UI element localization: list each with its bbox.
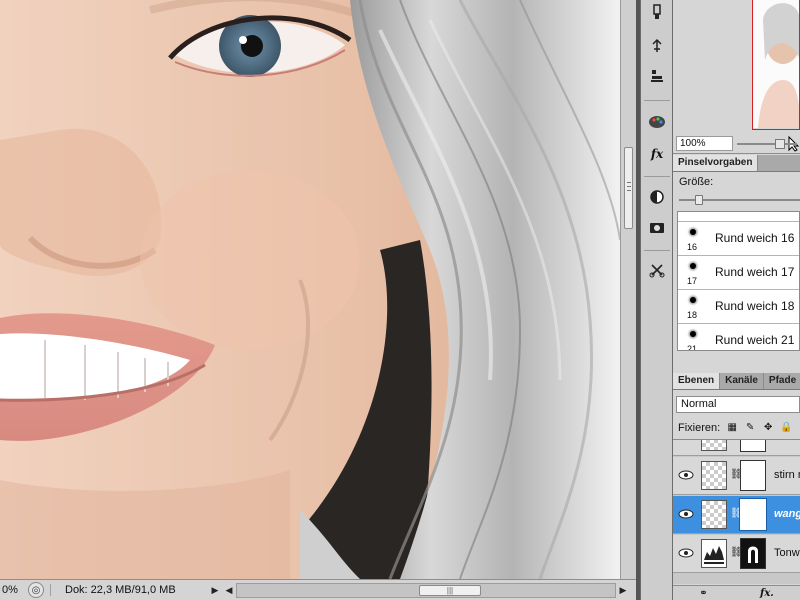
layer-name: stirn n [774, 469, 800, 481]
curves-adjustment-icon [701, 539, 727, 568]
vertical-scroll-thumb[interactable] [624, 147, 633, 229]
brush-size-slider[interactable] [679, 195, 800, 205]
brush-size-number: 17 [687, 276, 698, 286]
document-size: Dok: 22,3 MB/91,0 MB [50, 584, 208, 596]
fx-icon[interactable]: fx. [760, 588, 774, 599]
scroll-right-arrow-icon[interactable]: ▶ [616, 585, 630, 596]
vertical-scrollbar[interactable] [620, 0, 636, 579]
brush-presets-panel: Pinselvorgaben Größe: 16 Rund weich 16 1… [673, 155, 800, 355]
status-menu-arrow-icon[interactable]: ▶ [208, 585, 222, 596]
layer-list: ⛓ stirn n ⛓ wang ⛓ [673, 439, 800, 584]
brush-tip-icon [690, 263, 696, 269]
scissors-icon[interactable] [645, 258, 669, 282]
scroll-grip-line [627, 190, 631, 191]
brush-presets-tabbar: Pinselvorgaben [673, 155, 800, 172]
scroll-grip-line [627, 186, 631, 187]
layer-row-partial[interactable] [673, 440, 800, 456]
history-brush-icon[interactable] [645, 0, 669, 24]
layer-mask-thumbnail[interactable] [740, 538, 766, 569]
scroll-grip-line [627, 182, 631, 183]
navigator-view-frame[interactable] [752, 0, 800, 130]
horizontal-scroll-thumb[interactable]: ||| [419, 584, 481, 596]
palette-icon[interactable] [645, 110, 669, 134]
lock-label: Fixieren: [678, 422, 721, 434]
visibility-eye-icon[interactable] [678, 508, 694, 520]
layer-mask-thumbnail[interactable] [740, 460, 766, 491]
layers-footer: ⚭ fx. [673, 585, 800, 600]
brush-name: Rund weich 17 [715, 265, 795, 279]
horizontal-scrollbar[interactable]: ||| [236, 582, 616, 598]
status-info-icon[interactable]: ◎ [28, 582, 44, 598]
navigator-zoom-bar: 100% [673, 134, 800, 154]
lock-options: Fixieren: ▦ ✎ ✥ 🔒 [673, 419, 800, 437]
visibility-eye-icon[interactable] [678, 469, 694, 481]
fx-icon-label: fx [650, 147, 664, 161]
layers-panel: Ebenen Kanäle Pfade Normal Fixieren: ▦ ✎… [673, 373, 800, 600]
image-canvas[interactable] [0, 0, 620, 579]
brush-size-number: 18 [687, 310, 698, 320]
tool-separator [644, 100, 670, 101]
zoom-readout[interactable]: 0% [0, 584, 22, 596]
panel-icon-column: fx [640, 0, 673, 600]
tool-separator [644, 176, 670, 177]
tab-paths[interactable]: Pfade [764, 373, 800, 389]
navigator-zoom-knob[interactable] [775, 139, 786, 149]
brush-preset-item[interactable]: 18 Rund weich 18 [678, 290, 799, 324]
navigator-zoom-slider[interactable] [737, 136, 798, 151]
lock-position-move-icon[interactable]: ✥ [762, 422, 774, 434]
brush-name: Rund weich 16 [715, 231, 795, 245]
brush-name: Rund weich 21 [715, 333, 795, 347]
layer-row-selected[interactable]: ⛓ wang [673, 496, 800, 534]
puppet-pin-icon[interactable] [645, 34, 669, 58]
tool-separator [644, 250, 670, 251]
lock-all-padlock-icon[interactable]: 🔒 [780, 422, 792, 434]
brush-preset-list: 16 Rund weich 16 17 Rund weich 17 18 Run… [677, 211, 800, 351]
photoshop-window: 0% ◎ Dok: 22,3 MB/91,0 MB ▶ ◀ ||| ▶ fx 1… [0, 0, 800, 600]
brush-size-number: 16 [687, 242, 698, 252]
brush-size-knob[interactable] [695, 195, 703, 205]
fx-icon[interactable]: fx [645, 142, 669, 166]
brush-preset-item[interactable]: 17 Rund weich 17 [678, 256, 799, 290]
layer-thumbnail [701, 500, 727, 529]
scroll-left-arrow-icon[interactable]: ◀ [222, 585, 236, 596]
navigator-zoom-track [737, 143, 798, 145]
brush-tip-icon [690, 331, 696, 337]
status-bar: 0% ◎ Dok: 22,3 MB/91,0 MB ▶ ◀ ||| ▶ [0, 579, 636, 600]
lock-image-brush-icon[interactable]: ✎ [744, 422, 756, 434]
tab-channels[interactable]: Kanäle [720, 373, 764, 389]
tab-brush-presets[interactable]: Pinselvorgaben [673, 155, 759, 171]
blend-mode-select[interactable]: Normal [676, 396, 800, 413]
layer-row[interactable]: ⛓ stirn n [673, 457, 800, 495]
layer-mask-thumbnail[interactable] [739, 498, 767, 531]
brush-preset-partial[interactable] [678, 212, 799, 222]
brush-size-number: 21 [687, 344, 698, 351]
contrast-icon[interactable] [645, 185, 669, 209]
lock-transparency-icon[interactable]: ▦ [726, 422, 738, 434]
brush-name: Rund weich 18 [715, 299, 795, 313]
navigator-panel [673, 0, 800, 133]
brush-tip-icon [690, 297, 696, 303]
layer-thumbnail [701, 461, 727, 490]
brush-preset-item[interactable]: 16 Rund weich 16 [678, 222, 799, 256]
navigator-zoom-input[interactable]: 100% [676, 136, 734, 151]
layer-thumbnail [701, 440, 727, 451]
layer-name: Tonw [774, 547, 800, 559]
layer-mask-thumbnail[interactable] [740, 440, 766, 452]
stamp-icon[interactable] [645, 64, 669, 88]
brush-preset-item[interactable]: 21 Rund weich 21 [678, 324, 799, 351]
link-icon[interactable]: ⚭ [699, 588, 707, 599]
brush-tip-icon [690, 229, 696, 235]
layer-row[interactable]: ⛓ Tonw [673, 535, 800, 573]
camera-icon[interactable] [645, 215, 669, 239]
tab-layers[interactable]: Ebenen [673, 373, 721, 389]
layers-tabbar: Ebenen Kanäle Pfade [673, 373, 800, 390]
right-panels: 100% Pinselvorgaben Größe: 16 Rund weich… [673, 0, 800, 600]
visibility-eye-icon[interactable] [678, 547, 694, 559]
portrait-photo [0, 0, 620, 579]
layer-name: wang [774, 508, 800, 520]
brush-size-label: Größe: [679, 176, 714, 188]
